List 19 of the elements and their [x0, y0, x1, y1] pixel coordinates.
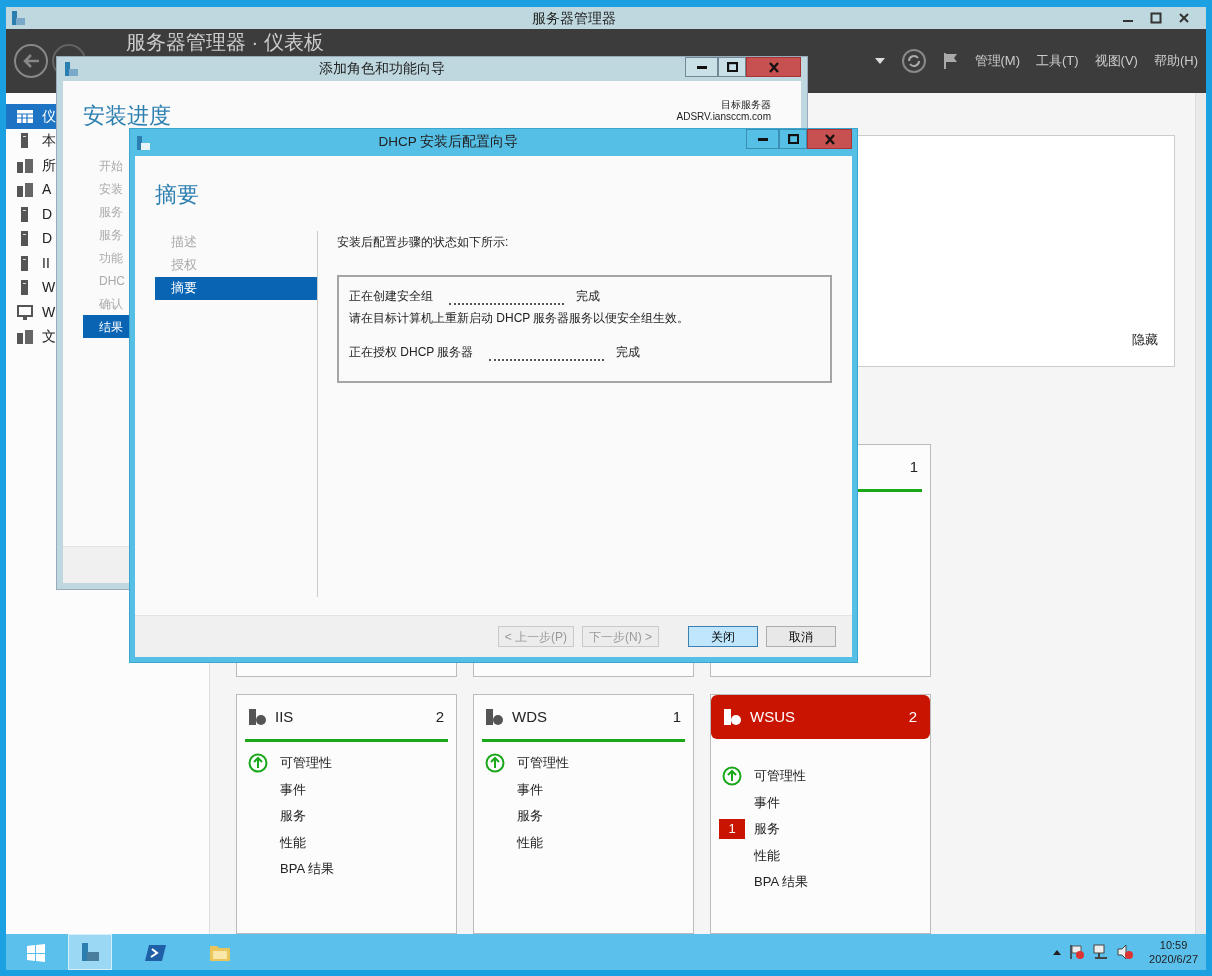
- window-title: DHCP 安装后配置向导: [377, 133, 520, 152]
- tile-count: 2: [908, 706, 917, 727]
- tile-count: 1: [909, 456, 918, 477]
- window-title: 服务器管理器: [531, 8, 617, 28]
- target-label: 目标服务器: [721, 99, 771, 111]
- step-status: 完成: [616, 344, 641, 361]
- intro-text: 安装后配置步骤的状态如下所示:: [337, 234, 510, 251]
- tile-count: 1: [672, 706, 681, 727]
- window-title: 添加角色和功能向导: [318, 59, 446, 78]
- step-label: 正在授权 DHCP 服务器: [349, 344, 474, 361]
- note-text: 请在目标计算机上重新启动 DHCP 服务器服务以便安全组生效。: [349, 310, 691, 327]
- wizard-heading: 安装进度: [83, 102, 171, 130]
- tile-count: 2: [435, 706, 444, 727]
- step-status: 完成: [576, 288, 600, 305]
- target-server: ADSRV.iansccm.com: [676, 111, 771, 123]
- wizard-heading: 摘要: [154, 181, 200, 209]
- step-label: 正在创建安全组: [349, 288, 433, 305]
- page-title: 服务器管理器 · 仪表板: [126, 32, 325, 53]
- alert-count: 1: [719, 819, 745, 840]
